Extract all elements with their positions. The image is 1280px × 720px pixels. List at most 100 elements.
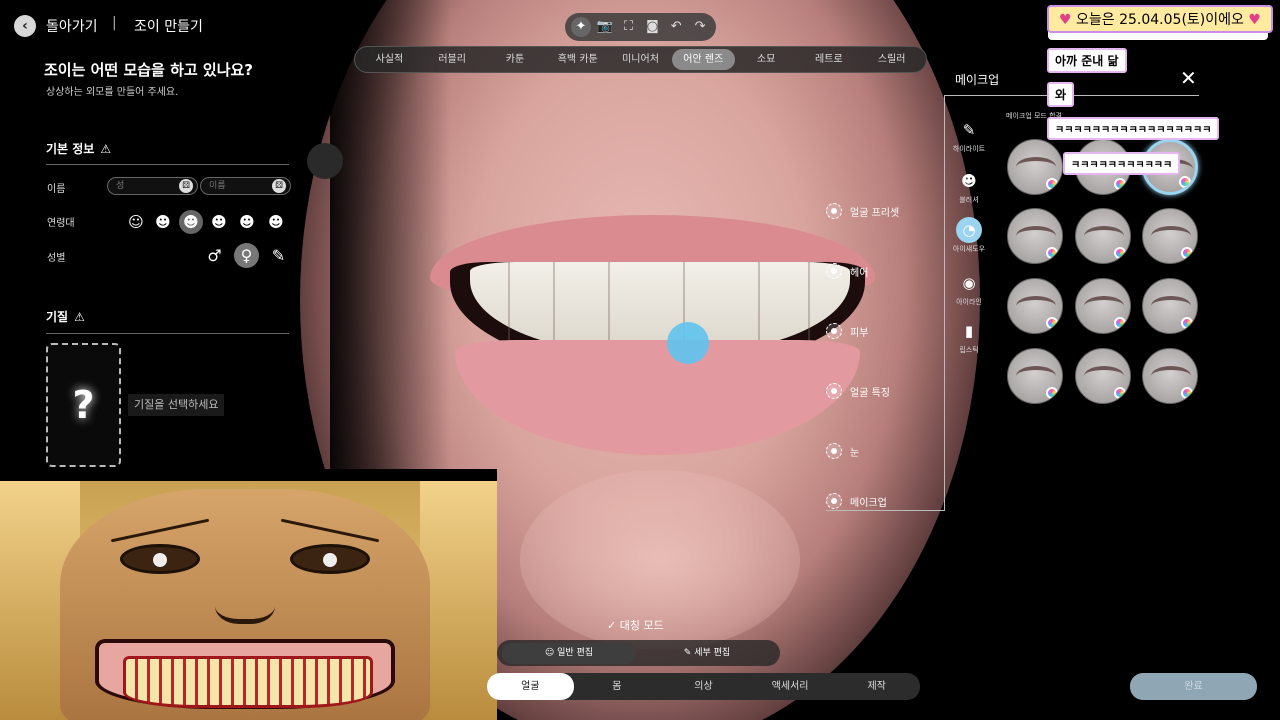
color-picker-icon[interactable] bbox=[1046, 387, 1058, 399]
heart-icon: ♥ bbox=[1059, 12, 1072, 28]
name-label: 이름 bbox=[47, 184, 66, 195]
color-picker-icon[interactable] bbox=[1181, 317, 1193, 329]
surname-input[interactable]: 성 ⚄ bbox=[107, 177, 198, 195]
eyeshadow-swatch[interactable] bbox=[1007, 208, 1063, 264]
category-eyeliner[interactable]: ◉ 아이라인 bbox=[952, 270, 986, 307]
edit-icon[interactable]: ✎ bbox=[266, 243, 291, 268]
tab-accessory[interactable]: 액세서리 bbox=[747, 673, 834, 700]
color-picker-icon[interactable] bbox=[1114, 387, 1126, 399]
style-tab[interactable]: 소묘 bbox=[735, 49, 798, 70]
age-senior-icon[interactable]: ☻ bbox=[264, 210, 288, 234]
color-picker-icon[interactable] bbox=[1114, 178, 1126, 190]
feature-label: 메이크업 bbox=[850, 498, 887, 509]
makeup-title: 메이크업 bbox=[955, 73, 1000, 87]
category-eyeshadow[interactable]: ◔ 아이섀도우 bbox=[952, 217, 986, 254]
edit-handle-dot[interactable] bbox=[667, 322, 709, 364]
tab-create[interactable]: 제작 bbox=[833, 673, 920, 700]
style-tabs: 사실적 러블리 카툰 흑백 카툰 미니어처 어안 렌즈 소묘 레트로 스릴러 bbox=[354, 46, 927, 73]
surname-placeholder: 성 bbox=[116, 181, 125, 191]
eyeshadow-swatch[interactable] bbox=[1142, 278, 1198, 334]
detail-edit-button[interactable]: ✎ 세부 편집 bbox=[640, 643, 774, 664]
male-icon[interactable]: ♂ bbox=[202, 243, 227, 268]
color-picker-icon[interactable] bbox=[1181, 387, 1193, 399]
style-tab[interactable]: 스릴러 bbox=[860, 49, 923, 70]
age-student-icon[interactable]: ☻ bbox=[151, 210, 175, 234]
category-blush[interactable]: ☻ 블러셔 bbox=[952, 168, 986, 205]
style-tab[interactable]: 흑백 카툰 bbox=[546, 49, 609, 70]
confirm-button[interactable]: 완료 bbox=[1130, 673, 1257, 700]
category-lipstick[interactable]: ▮ 립스틱 bbox=[952, 318, 986, 355]
female-icon[interactable]: ♀ bbox=[234, 243, 259, 268]
hair-strand bbox=[420, 481, 497, 720]
eyeshadow-swatch[interactable] bbox=[1007, 348, 1063, 404]
chat-message: 아까 준내 닮 bbox=[1047, 48, 1127, 73]
viewport-handle[interactable] bbox=[307, 143, 343, 179]
chat-message: ㅋㅋㅋㅋㅋㅋㅋㅋㅋㅋㅋㅋㅋㅋㅋㅋㅋ bbox=[1047, 117, 1220, 140]
redo-icon[interactable]: ↷ bbox=[690, 17, 710, 37]
style-tab[interactable]: 레트로 bbox=[797, 49, 860, 70]
age-adult-icon[interactable]: ☻ bbox=[207, 210, 231, 234]
dice-icon[interactable]: ⚄ bbox=[272, 179, 286, 193]
eyeshadow-swatch[interactable] bbox=[1075, 278, 1131, 334]
category-label: 블러셔 bbox=[959, 196, 979, 204]
color-picker-icon[interactable] bbox=[1046, 178, 1058, 190]
tab-body[interactable]: 몸 bbox=[574, 673, 661, 700]
style-tab[interactable]: 카툰 bbox=[484, 49, 547, 70]
eyeshadow-swatch[interactable] bbox=[1075, 208, 1131, 264]
age-middle-icon[interactable]: ☻ bbox=[235, 210, 259, 234]
style-tab[interactable]: 러블리 bbox=[421, 49, 484, 70]
category-highlight[interactable]: ✎ 하이라이트 bbox=[952, 117, 986, 154]
eyeshadow-swatch[interactable] bbox=[1075, 348, 1131, 404]
color-picker-icon[interactable] bbox=[1046, 247, 1058, 259]
eyeshadow-swatch[interactable] bbox=[1007, 139, 1063, 195]
lipstick-icon: ▮ bbox=[964, 322, 974, 340]
camera-icon[interactable]: 📷 bbox=[595, 17, 615, 37]
eyeshadow-swatch[interactable] bbox=[1142, 208, 1198, 264]
category-label: 아이섀도우 bbox=[952, 245, 986, 253]
eyelid-shape bbox=[1016, 296, 1056, 316]
givenname-input[interactable]: 이름 ⚄ bbox=[200, 177, 291, 195]
style-tab[interactable]: 사실적 bbox=[358, 49, 421, 70]
close-icon[interactable]: ✕ bbox=[1180, 66, 1197, 90]
color-picker-icon[interactable] bbox=[1179, 176, 1191, 188]
back-icon[interactable]: ‹ bbox=[14, 15, 36, 37]
character-eye bbox=[120, 544, 200, 574]
eyelid-shape bbox=[1151, 296, 1191, 316]
style-tab[interactable]: 미니어처 bbox=[609, 49, 672, 70]
general-edit-button[interactable]: ☺ 일반 편집 bbox=[502, 643, 636, 664]
blush-icon: ☻ bbox=[961, 172, 977, 190]
tab-face[interactable]: 얼굴 bbox=[487, 673, 574, 700]
color-picker-icon[interactable] bbox=[1181, 247, 1193, 259]
frame-icon[interactable]: ⛶ bbox=[619, 17, 639, 37]
basic-info-heading: 기본 정보 ⚠ bbox=[46, 140, 111, 157]
sparkle-icon[interactable]: ✦ bbox=[570, 17, 591, 37]
eyeshadow-icon: ◔ bbox=[956, 217, 982, 243]
tab-outfit[interactable]: 의상 bbox=[660, 673, 747, 700]
header-separator: | bbox=[112, 15, 117, 31]
category-label: 하이라이트 bbox=[952, 145, 986, 153]
brush-icon: ✎ bbox=[962, 121, 976, 139]
eyeshadow-swatch[interactable] bbox=[1142, 348, 1198, 404]
eyeshadow-swatch[interactable] bbox=[1007, 278, 1063, 334]
feature-dot-icon bbox=[826, 263, 842, 279]
symmetry-mode-toggle[interactable]: ✓ 대칭 모드 bbox=[607, 617, 664, 633]
chat-message: 와 bbox=[1047, 82, 1075, 107]
age-baby-icon[interactable]: ☺ bbox=[124, 210, 148, 234]
chat-date-banner: ♥ 오늘은 25.04.05(토)이에오 ♥ bbox=[1047, 5, 1273, 33]
category-label: 립스틱 bbox=[959, 346, 979, 354]
trait-tooltip: 기질을 선택하세요 bbox=[128, 394, 225, 416]
face-scan-icon[interactable]: ◙ bbox=[642, 17, 662, 37]
trait-select-card[interactable]: ? bbox=[46, 343, 121, 467]
age-young-adult-icon[interactable]: ☻ bbox=[179, 210, 203, 234]
dice-icon[interactable]: ⚄ bbox=[179, 179, 193, 193]
color-picker-icon[interactable] bbox=[1114, 247, 1126, 259]
character-teeth bbox=[123, 656, 373, 708]
character-nose bbox=[215, 579, 275, 624]
style-tab-active[interactable]: 어안 렌즈 bbox=[671, 49, 735, 70]
color-picker-icon[interactable] bbox=[1046, 317, 1058, 329]
warning-icon: ⚠ bbox=[74, 310, 85, 324]
top-toolbar: ✦ 📷 ⛶ ◙ ↶ ↷ bbox=[565, 13, 716, 41]
back-label[interactable]: 돌아가기 bbox=[46, 16, 98, 36]
color-picker-icon[interactable] bbox=[1114, 317, 1126, 329]
undo-icon[interactable]: ↶ bbox=[666, 17, 686, 37]
